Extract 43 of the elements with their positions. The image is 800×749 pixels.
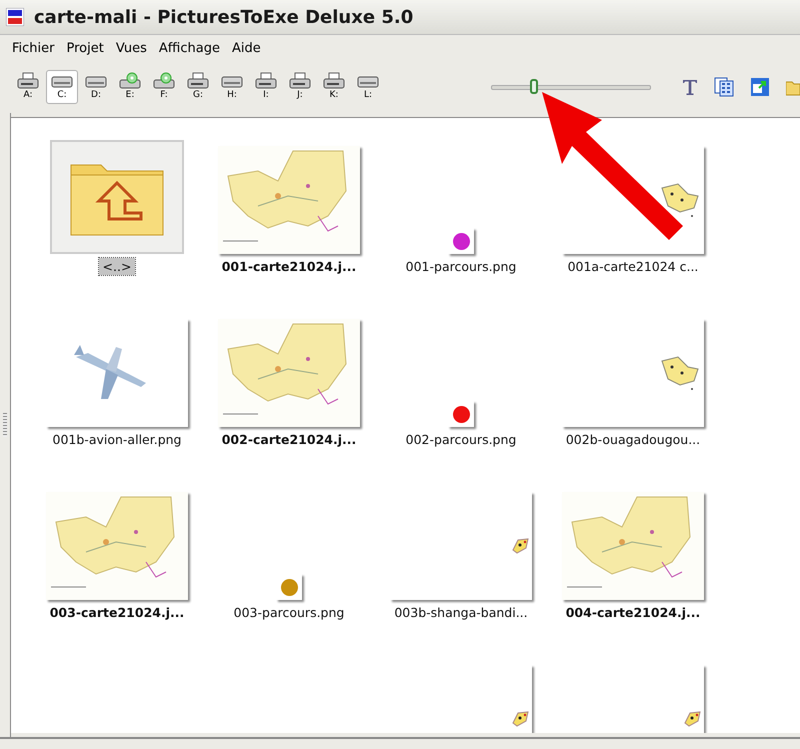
drive-button[interactable]: J:	[284, 70, 316, 104]
file-name[interactable]: 001-parcours.png	[402, 258, 520, 275]
drive-button[interactable]: F:	[148, 70, 180, 104]
text-icon[interactable]	[682, 78, 698, 96]
file-name[interactable]: 001a-carte21024 c...	[564, 258, 702, 275]
drive-button[interactable]: A:	[12, 70, 44, 104]
drive-button[interactable]: E:	[114, 70, 146, 104]
splitter-handle[interactable]	[3, 413, 7, 437]
menu-item[interactable]: Fichier	[6, 38, 60, 58]
drive-icon	[17, 72, 39, 90]
drive-button[interactable]: L:	[352, 70, 384, 104]
table-icon[interactable]	[714, 77, 734, 97]
drive-icon	[323, 72, 345, 90]
parent-folder-thumbnail[interactable]	[50, 140, 184, 254]
drive-button[interactable]: K:	[318, 70, 350, 104]
drive-icon	[153, 72, 175, 90]
menu-item[interactable]: Affichage	[152, 38, 226, 58]
menu-item[interactable]: Aide	[226, 38, 267, 58]
menu-item[interactable]: Projet	[60, 38, 110, 58]
slider-thumb[interactable]	[530, 79, 538, 94]
menu-item[interactable]: Vues	[110, 38, 153, 58]
drive-button[interactable]: C:	[46, 70, 78, 104]
file-name[interactable]: <..>	[98, 258, 136, 275]
drive-button[interactable]: I:	[250, 70, 282, 104]
file-name[interactable]: 001-carte21024.j...	[218, 258, 360, 275]
file-name[interactable]: 001b-avion-aller.png	[48, 431, 186, 448]
app-logo-icon	[6, 8, 24, 26]
file-name[interactable]: 002-parcours.png	[402, 431, 520, 448]
file-name[interactable]: 003-parcours.png	[230, 604, 348, 621]
file-name[interactable]: 003b-shanga-bandi...	[390, 604, 532, 621]
drive-icon	[289, 72, 311, 90]
drive-button[interactable]: G:	[182, 70, 214, 104]
file-name[interactable]: 004-carte21024.j...	[562, 604, 704, 621]
drive-icon	[255, 72, 277, 90]
window-title: carte-mali - PicturesToExe Deluxe 5.0	[34, 6, 414, 28]
drive-button[interactable]: H:	[216, 70, 248, 104]
file-name[interactable]: 002-carte21024.j...	[218, 431, 360, 448]
file-name[interactable]: 003-carte21024.j...	[46, 604, 188, 621]
zoom-slider[interactable]	[491, 79, 651, 95]
file-name[interactable]: 002b-ouagadougou...	[562, 431, 704, 448]
drive-icon	[187, 72, 209, 90]
drive-button[interactable]: D:	[80, 70, 112, 104]
drive-icon	[119, 72, 141, 90]
